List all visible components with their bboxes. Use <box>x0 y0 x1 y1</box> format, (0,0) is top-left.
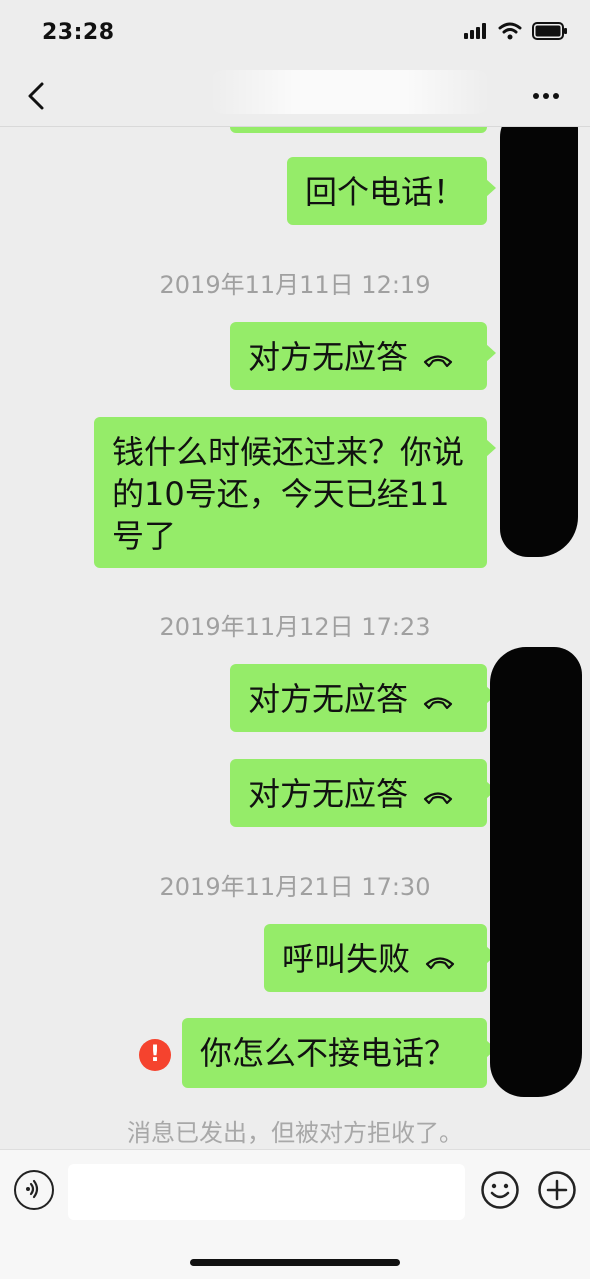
message-text: 钱什么时候还过来？你说的10号还，今天已经11号了 <box>112 433 465 555</box>
call-record-bubble[interactable]: 对方无应答 <box>230 664 496 732</box>
call-status-text: 呼叫失败 <box>282 940 411 978</box>
call-status-text: 对方无应答 <box>248 775 409 813</box>
emoji-button[interactable] <box>480 1170 520 1210</box>
chat-message-list[interactable]: 回个电话！ 2019年11月11日 12:19 对方无应答 钱什么时候还过来？你… <box>0 127 590 1149</box>
message-bubble[interactable]: 回个电话！ <box>287 157 496 225</box>
phone-hangup-icon <box>425 957 455 970</box>
voice-icon <box>26 1179 39 1199</box>
call-status-text: 对方无应答 <box>248 338 409 376</box>
message-text: 回个电话！ <box>305 173 466 211</box>
back-button[interactable] <box>22 80 52 112</box>
phone-hangup-icon <box>423 792 453 805</box>
status-time: 23:28 <box>42 20 115 45</box>
wifi-icon <box>498 22 522 40</box>
phone-hangup-icon <box>423 355 453 368</box>
system-notice: 消息已发出，但被对方拒收了。 <box>127 1119 463 1147</box>
message-bubble[interactable]: 钱什么时候还过来？你说的10号还，今天已经11号了 <box>94 417 496 568</box>
status-icons <box>464 22 568 40</box>
call-status-text: 对方无应答 <box>248 680 409 718</box>
status-bar: 23:28 <box>0 0 590 66</box>
call-record-bubble[interactable]: 对方无应答 <box>230 322 496 390</box>
send-failed-icon[interactable]: ! <box>139 1039 171 1071</box>
voice-button[interactable] <box>14 1170 54 1210</box>
plus-button[interactable] <box>537 1170 577 1210</box>
chat-header <box>0 66 590 127</box>
message-input[interactable] <box>68 1164 465 1220</box>
home-indicator <box>190 1259 400 1266</box>
phone-hangup-icon <box>423 697 453 710</box>
message-text: 你怎么不接电话？ <box>200 1034 457 1072</box>
call-record-bubble[interactable]: 对方无应答 <box>230 759 496 827</box>
call-record-bubble[interactable]: 呼叫失败 <box>264 924 496 992</box>
redaction-mark <box>490 647 582 1097</box>
signal-icon <box>464 23 486 39</box>
message-bubble[interactable]: 你怎么不接电话？ <box>182 1018 496 1088</box>
more-button[interactable] <box>528 82 564 110</box>
blurred-contact-name <box>210 70 490 114</box>
message-timestamp: 2019年11月12日 17:23 <box>159 613 431 641</box>
redaction-mark <box>500 127 578 557</box>
battery-icon <box>532 22 567 40</box>
message-bubble-partial <box>230 127 487 133</box>
